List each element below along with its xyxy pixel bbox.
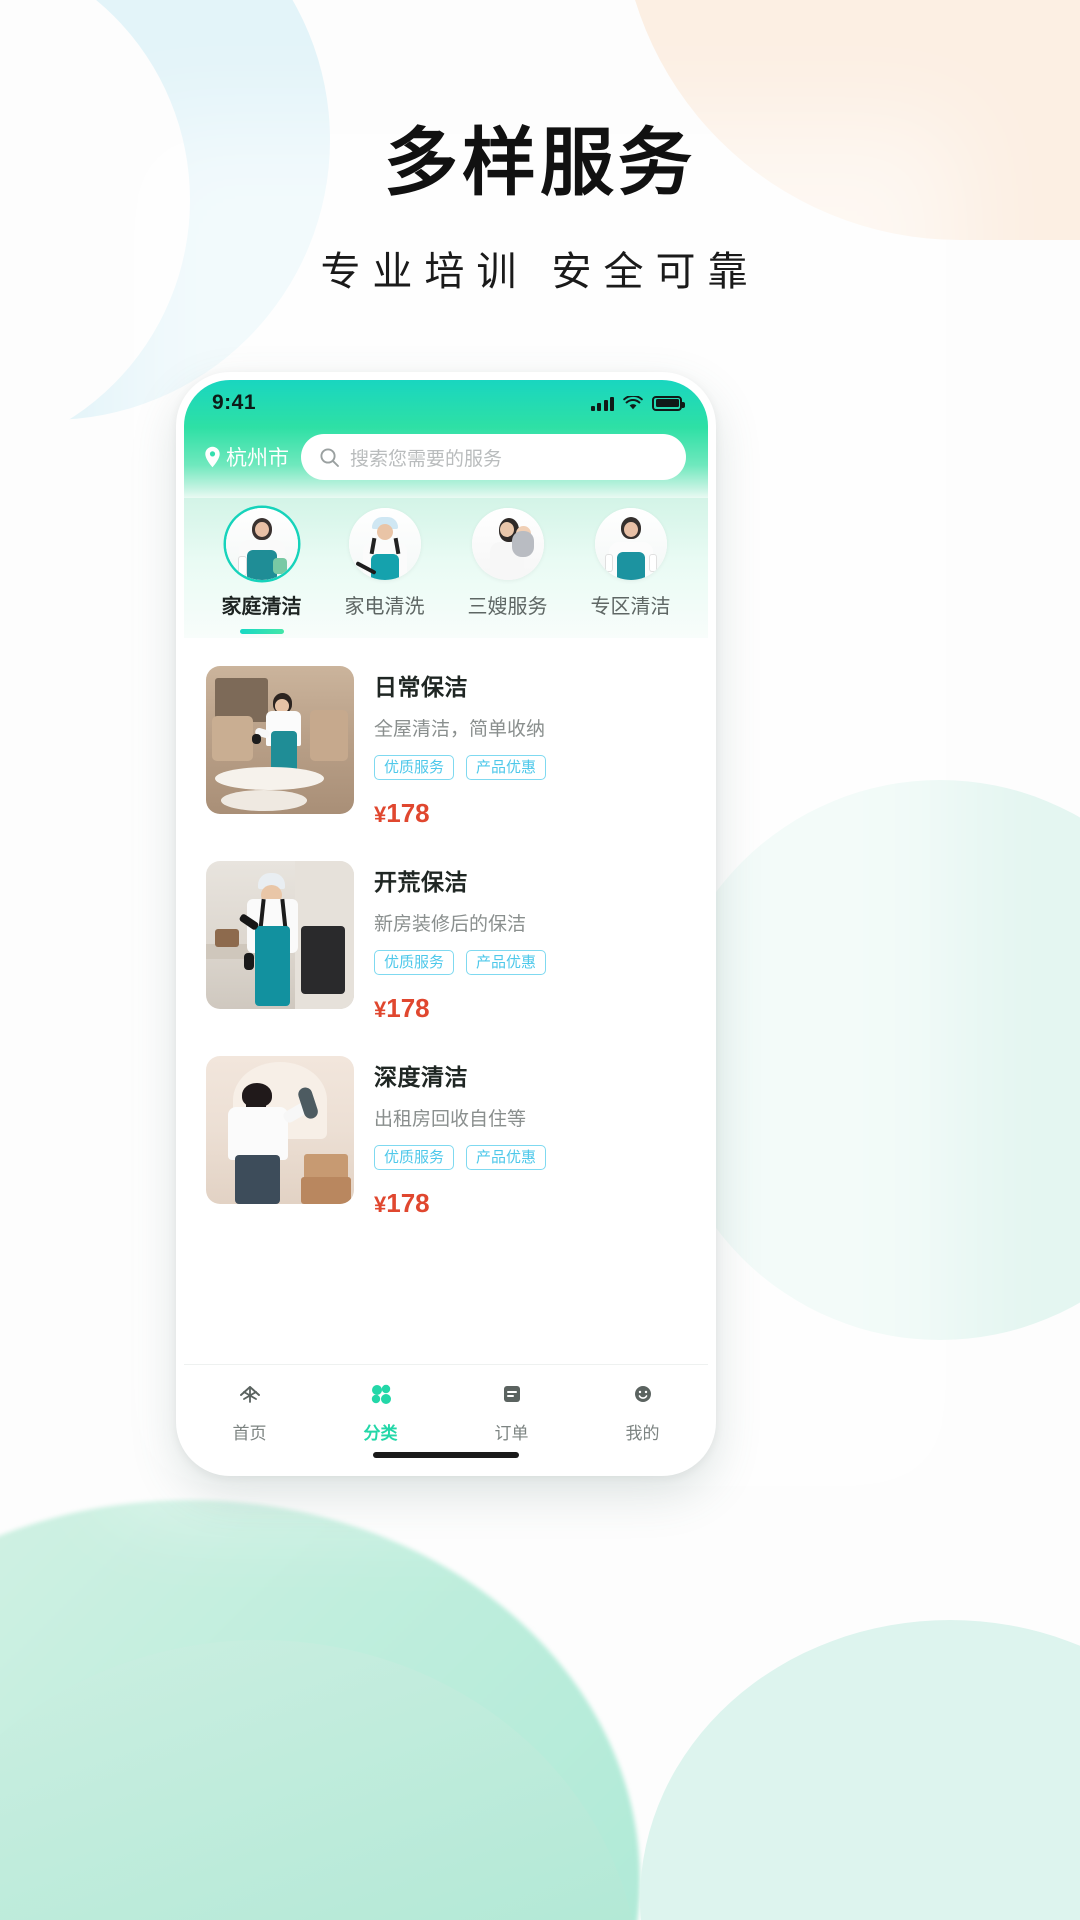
price-currency: ¥ — [374, 1192, 387, 1217]
tab-home[interactable]: 首页 — [184, 1375, 315, 1444]
home-icon — [184, 1375, 315, 1413]
service-title: 开荒保洁 — [374, 869, 468, 895]
service-tags: 优质服务 产品优惠 — [374, 755, 686, 780]
worker-cleaning-kitchen-photo — [206, 861, 354, 1009]
status-icons — [590, 395, 685, 411]
price-amount: 178 — [386, 798, 430, 828]
tab-orders[interactable]: 订单 — [446, 1375, 577, 1444]
user-profile-icon — [577, 1375, 708, 1413]
category-tabs: 家庭清洁 家电清洗 三嫂服务 专区清洁 — [184, 498, 708, 638]
promo-headline-block: 多样服务 专业培训 安全可靠 — [0, 120, 1080, 297]
tab-label: 分类 — [363, 1424, 398, 1443]
home-indicator — [373, 1452, 519, 1458]
category-underline-placeholder — [609, 629, 653, 634]
tab-label: 首页 — [232, 1424, 267, 1443]
tab-label: 我的 — [625, 1424, 660, 1443]
category-label: 三嫂服务 — [467, 596, 548, 618]
category-label: 家庭清洁 — [221, 596, 302, 618]
search-row: 杭州市 搜索您需要的服务 — [184, 426, 708, 498]
wifi-icon — [623, 395, 643, 409]
service-subtitle: 全屋清洁，简单收纳 — [374, 719, 546, 740]
location-pin-icon — [204, 446, 221, 468]
location-label: 杭州市 — [226, 447, 289, 470]
category-tab-zone-cleaning[interactable]: 专区清洁 — [572, 508, 690, 634]
zone-cleaner-avatar — [594, 508, 667, 580]
price-currency: ¥ — [374, 802, 387, 827]
category-tab-nanny-service[interactable]: 三嫂服务 — [449, 508, 567, 634]
category-active-underline — [239, 629, 284, 634]
service-tag: 优质服务 — [374, 755, 455, 780]
category-tab-appliance-cleaning[interactable]: 家电清洗 — [326, 508, 444, 634]
search-placeholder: 搜索您需要的服务 — [350, 448, 503, 470]
tab-profile[interactable]: 我的 — [577, 1375, 708, 1444]
service-price: ¥178 — [374, 993, 686, 1024]
service-price: ¥178 — [374, 1188, 686, 1219]
status-bar: 9:41 — [184, 380, 708, 426]
price-currency: ¥ — [374, 997, 387, 1022]
nanny-with-baby-avatar — [471, 508, 544, 580]
location-selector[interactable]: 杭州市 — [204, 442, 289, 472]
app-header: 9:41 杭州市 搜索您需要的服务 — [184, 380, 708, 498]
category-underline-placeholder — [486, 629, 530, 634]
category-tab-home-cleaning[interactable]: 家庭清洁 — [203, 508, 321, 634]
service-title: 深度清洁 — [374, 1064, 468, 1090]
service-tags: 优质服务 产品优惠 — [374, 1145, 686, 1170]
category-label: 家电清洗 — [344, 596, 425, 618]
cleaner-woman-avatar — [225, 508, 298, 580]
service-tag: 产品优惠 — [466, 1145, 547, 1170]
service-tag: 产品优惠 — [466, 755, 547, 780]
search-input[interactable]: 搜索您需要的服务 — [301, 434, 686, 480]
price-amount: 178 — [386, 993, 430, 1023]
category-grid-icon — [315, 1375, 446, 1413]
teal-blob-right — [640, 1620, 1080, 1920]
service-list: 日常保洁 全屋清洁，简单收纳 优质服务 产品优惠 ¥178 开荒保洁 新房装修后… — [184, 638, 708, 1364]
woman-dusting-wall-photo — [206, 1056, 354, 1204]
tab-label: 订单 — [494, 1424, 529, 1443]
service-subtitle: 新房装修后的保洁 — [374, 914, 527, 935]
service-price: ¥178 — [374, 798, 686, 829]
service-tag: 优质服务 — [374, 1145, 455, 1170]
search-icon — [320, 447, 339, 467]
service-tags: 优质服务 产品优惠 — [374, 950, 686, 975]
service-subtitle: 出租房回收自住等 — [374, 1109, 527, 1130]
phone-screen: 9:41 杭州市 搜索您需要的服务 家庭清洁 家电清洗 三嫂服务 专区清洁 日常… — [184, 380, 708, 1468]
service-tag: 产品优惠 — [466, 950, 547, 975]
service-card[interactable]: 深度清洁 出租房回收自住等 优质服务 产品优惠 ¥178 — [206, 1042, 686, 1237]
phone-mockup: 9:41 杭州市 搜索您需要的服务 家庭清洁 家电清洗 三嫂服务 专区清洁 日常… — [176, 372, 716, 1476]
tab-category[interactable]: 分类 — [315, 1375, 446, 1444]
service-card-body: 深度清洁 出租房回收自住等 优质服务 产品优惠 ¥178 — [374, 1056, 686, 1219]
promo-title: 多样服务 — [384, 121, 696, 204]
signal-bars-icon — [590, 396, 614, 411]
service-card[interactable]: 开荒保洁 新房装修后的保洁 优质服务 产品优惠 ¥178 — [206, 847, 686, 1042]
category-label: 专区清洁 — [590, 596, 671, 618]
service-card-body: 日常保洁 全屋清洁，简单收纳 优质服务 产品优惠 ¥178 — [374, 666, 686, 829]
housekeeper-wiping-table-photo — [206, 666, 354, 814]
price-amount: 178 — [386, 1188, 430, 1218]
category-underline-placeholder — [363, 629, 407, 634]
service-tag: 优质服务 — [374, 950, 455, 975]
appliance-technician-avatar — [348, 508, 421, 580]
service-card-body: 开荒保洁 新房装修后的保洁 优质服务 产品优惠 ¥178 — [374, 861, 686, 1024]
order-list-icon — [446, 1375, 577, 1413]
service-title: 日常保洁 — [374, 674, 468, 700]
promo-subtitle: 专业培训 安全可靠 — [320, 250, 760, 295]
service-card[interactable]: 日常保洁 全屋清洁，简单收纳 优质服务 产品优惠 ¥178 — [206, 652, 686, 847]
category-list: 家庭清洁 家电清洗 三嫂服务 专区清洁 — [200, 508, 692, 634]
status-time: 9:41 — [212, 391, 257, 414]
battery-icon — [652, 395, 685, 411]
